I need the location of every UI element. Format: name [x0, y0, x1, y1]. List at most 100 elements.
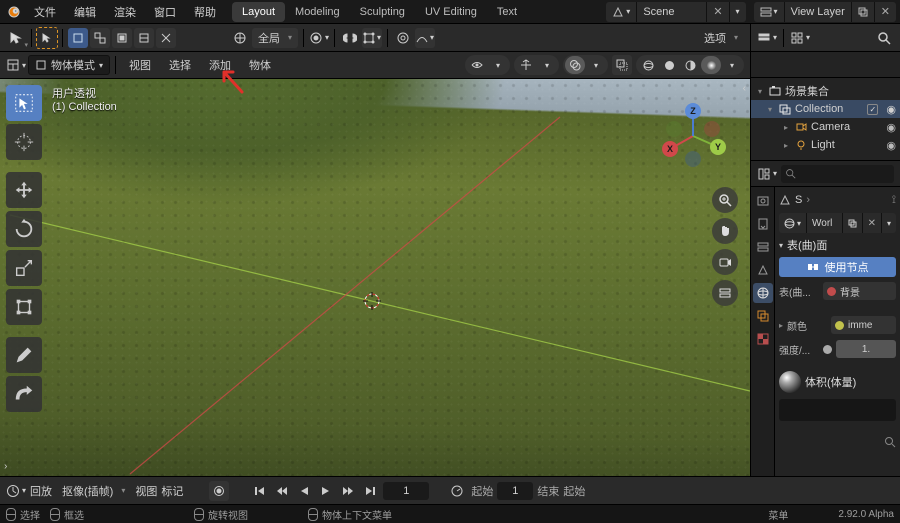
select-mode-a-icon[interactable]: [68, 28, 88, 48]
snap-type-icon[interactable]: ▾: [362, 28, 382, 48]
row-color-value[interactable]: imme: [831, 316, 896, 334]
tab-render[interactable]: [753, 191, 773, 211]
outliner-item-light[interactable]: ▸ Light ◉: [751, 136, 900, 154]
tool-rotate[interactable]: [6, 211, 42, 247]
nav-perspective-icon[interactable]: [712, 280, 738, 306]
nav-camera-icon[interactable]: [712, 249, 738, 275]
viewlayer-name[interactable]: View Layer: [785, 2, 852, 22]
selectability-icon[interactable]: [467, 56, 487, 74]
properties-search[interactable]: [781, 165, 894, 183]
menu-file[interactable]: 文件: [26, 0, 64, 23]
shading-chevron-icon[interactable]: ▾: [722, 56, 742, 74]
tab-output[interactable]: [753, 214, 773, 234]
show-gizmo-icon[interactable]: [516, 56, 536, 74]
autokey-icon[interactable]: [209, 481, 229, 501]
shading-rendered-icon[interactable]: [701, 56, 721, 74]
show-overlays-icon[interactable]: [565, 56, 585, 74]
next-key-icon[interactable]: [339, 482, 357, 500]
viewport-menu-view[interactable]: 视图: [121, 57, 159, 73]
eye-icon[interactable]: ◉: [886, 103, 896, 116]
tab-layout[interactable]: Layout: [232, 2, 285, 22]
gizmo-neg-y[interactable]: [666, 121, 682, 137]
tab-text[interactable]: Text: [487, 2, 527, 22]
select-mode-e-icon[interactable]: [156, 28, 176, 48]
tab-scene[interactable]: [753, 260, 773, 280]
proportional-toggle-icon[interactable]: [393, 28, 413, 48]
world-unlink-icon[interactable]: ✕: [863, 213, 882, 233]
search-icon[interactable]: [884, 436, 896, 448]
world-chevron[interactable]: ▾: [882, 213, 896, 233]
outliner-item-collection[interactable]: ▾ Collection ✓ ◉: [751, 100, 900, 118]
blender-logo-icon[interactable]: [4, 2, 24, 22]
play-icon[interactable]: [317, 482, 335, 500]
nav-zoom-icon[interactable]: [712, 187, 738, 213]
eye-icon[interactable]: ◉: [886, 121, 896, 134]
viewport-menu-object[interactable]: 物体: [241, 57, 279, 73]
xray-icon[interactable]: [612, 55, 632, 75]
row-surface-value[interactable]: 背景: [823, 282, 896, 300]
panel-volume-header[interactable]: 体积(体量): [779, 371, 896, 393]
prev-key-icon[interactable]: [273, 482, 291, 500]
gizmo-neg-z[interactable]: [685, 151, 701, 167]
overlays-chevron-icon[interactable]: ▾: [586, 56, 606, 74]
viewport-3d[interactable]: 用户透视 (1) Collection: [0, 79, 750, 476]
use-nodes-button[interactable]: 使用节点: [779, 257, 896, 277]
scene-close-icon[interactable]: ✕: [707, 2, 729, 22]
tool-cursor[interactable]: [6, 124, 42, 160]
outliner-item-camera[interactable]: ▸ Camera ◉: [751, 118, 900, 136]
properties-editor-type-icon[interactable]: ▾: [757, 164, 777, 184]
panel-surface-header[interactable]: ▾表(曲)面: [779, 237, 896, 253]
jump-end-icon[interactable]: [361, 482, 379, 500]
tool-move[interactable]: [6, 172, 42, 208]
selectability-chevron-icon[interactable]: ▾: [488, 56, 508, 74]
orientation-dropdown[interactable]: 全局▾: [252, 28, 298, 48]
select-box-icon[interactable]: [37, 28, 57, 48]
proportional-type-icon[interactable]: ▾: [415, 28, 435, 48]
scene-chevron[interactable]: ▾: [730, 2, 746, 22]
tab-modeling[interactable]: Modeling: [285, 2, 350, 22]
cursor-select-icon[interactable]: ▾: [6, 28, 26, 48]
eye-icon[interactable]: ◉: [886, 139, 896, 152]
preview-range-icon[interactable]: [447, 481, 467, 501]
menu-render[interactable]: 渲染: [106, 0, 144, 23]
start-frame[interactable]: 1: [497, 482, 533, 500]
gizmo-chevron-icon[interactable]: ▾: [537, 56, 557, 74]
tool-measure[interactable]: [6, 376, 42, 412]
tab-world[interactable]: [753, 283, 773, 303]
tool-select-box[interactable]: [6, 85, 42, 121]
play-reverse-icon[interactable]: [295, 482, 313, 500]
world-new-icon[interactable]: [843, 213, 863, 233]
gizmo-neg-x[interactable]: [704, 121, 720, 137]
tab-uv-editing[interactable]: UV Editing: [415, 2, 487, 22]
jump-start-icon[interactable]: [251, 482, 269, 500]
scene-selector[interactable]: ▾ Scene ✕ ▾: [606, 2, 745, 22]
shading-solid-icon[interactable]: [659, 56, 679, 74]
timeline-menu-keying[interactable]: 抠像(插帧)▾: [56, 481, 131, 501]
timeline-editor-type-icon[interactable]: ▾: [6, 481, 26, 501]
world-name[interactable]: Worl: [807, 213, 843, 233]
orientation-icon[interactable]: [230, 28, 250, 48]
tab-texture[interactable]: [753, 329, 773, 349]
current-frame[interactable]: 1: [383, 482, 429, 500]
outliner-root[interactable]: ▾ 场景集合: [751, 82, 900, 100]
tool-transform[interactable]: [6, 289, 42, 325]
pin-icon[interactable]: ⟟: [892, 194, 896, 207]
tab-collection[interactable]: [753, 306, 773, 326]
menu-edit[interactable]: 编辑: [66, 0, 104, 23]
nav-pan-icon[interactable]: [712, 218, 738, 244]
gizmo-x[interactable]: X: [662, 141, 678, 157]
editor-type-icon[interactable]: ▾: [6, 55, 26, 75]
shading-lookdev-icon[interactable]: [680, 56, 700, 74]
select-mode-d-icon[interactable]: [134, 28, 154, 48]
navigation-gizmo[interactable]: X Y Z: [656, 99, 730, 173]
scene-name[interactable]: Scene: [637, 2, 707, 22]
search-icon[interactable]: [874, 28, 894, 48]
toolbar-collapse-chevron-icon[interactable]: ‹: [4, 461, 7, 472]
timeline-menu-view[interactable]: 视图: [135, 483, 157, 499]
tab-sculpting[interactable]: Sculpting: [350, 2, 415, 22]
collection-exclude-checkbox[interactable]: ✓: [867, 104, 878, 115]
world-datablock-selector[interactable]: ▾ Worl ✕ ▾: [779, 213, 896, 233]
menu-window[interactable]: 窗口: [146, 0, 184, 23]
select-mode-b-icon[interactable]: [90, 28, 110, 48]
menu-help[interactable]: 帮助: [186, 0, 224, 23]
